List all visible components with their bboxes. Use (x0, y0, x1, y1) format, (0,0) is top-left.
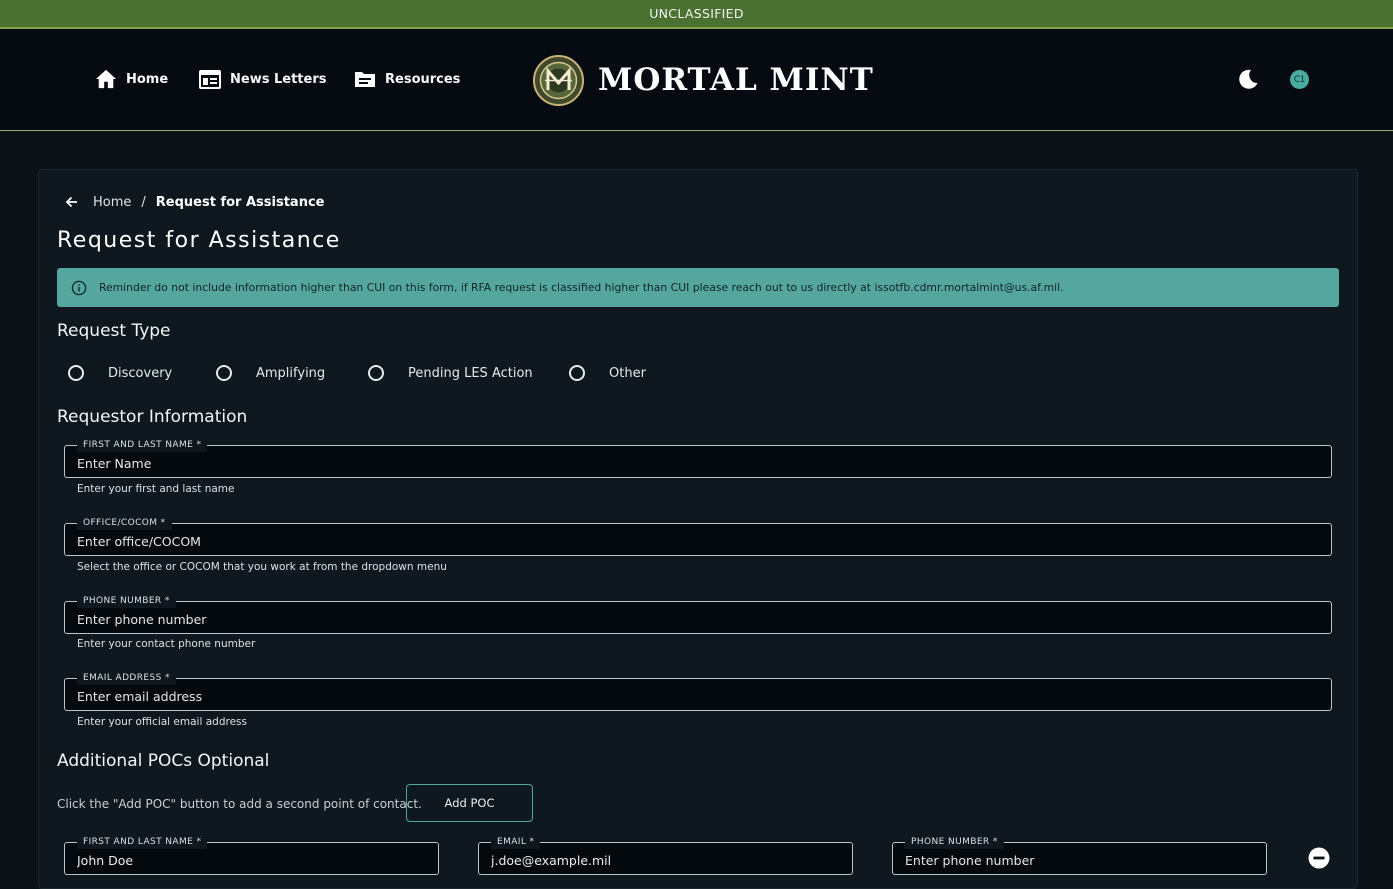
radio-circle[interactable] (569, 365, 585, 381)
radio-circle[interactable] (68, 365, 84, 381)
poc-phone-input[interactable] (905, 852, 1256, 868)
office-field-label: OFFICE/COCOM * (77, 516, 172, 530)
nav-resources-label: Resources (385, 71, 461, 87)
request-type-heading: Request Type (57, 321, 171, 341)
name-help-text: Enter your first and last name (77, 483, 235, 495)
arrow-back-icon[interactable] (63, 193, 81, 211)
poc-email-field[interactable]: EMAIL * (478, 835, 853, 875)
poc-name-field[interactable]: FIRST AND LAST NAME * (64, 835, 439, 875)
add-poc-button[interactable]: Add POC (406, 784, 533, 822)
radio-circle[interactable] (216, 365, 232, 381)
name-field[interactable]: FIRST AND LAST NAME * (64, 438, 1332, 478)
radio-discovery[interactable]: Discovery (68, 364, 172, 382)
folder-icon (355, 72, 375, 87)
radio-other[interactable]: Other (569, 364, 646, 382)
nav-home-label: Home (126, 71, 169, 87)
office-input[interactable] (77, 533, 1321, 549)
poc-email-label: EMAIL * (491, 835, 541, 849)
breadcrumb-current: Request for Assistance (155, 194, 325, 210)
radio-label: Other (609, 365, 646, 381)
phone-help-text: Enter your contact phone number (77, 638, 256, 650)
poc-email-input[interactable] (491, 852, 842, 868)
breadcrumb: Home / Request for Assistance (63, 192, 324, 212)
moon-icon[interactable] (1237, 68, 1259, 90)
phone-field-label: PHONE NUMBER * (77, 594, 176, 608)
nav-home[interactable]: Home (95, 67, 168, 91)
radio-amplifying[interactable]: Amplifying (216, 364, 325, 382)
info-icon (71, 280, 87, 295)
home-icon (96, 69, 116, 89)
poc-phone-label: PHONE NUMBER * (905, 835, 1004, 849)
mortal-mint-logo-icon (533, 54, 584, 106)
avatar-initials: C1 (1293, 74, 1306, 85)
cui-reminder-alert: Reminder do not include information high… (57, 268, 1339, 307)
radio-circle[interactable] (368, 365, 384, 381)
breadcrumb-home[interactable]: Home (93, 195, 131, 210)
office-field[interactable]: OFFICE/COCOM * (64, 516, 1332, 556)
phone-field[interactable]: PHONE NUMBER * (64, 594, 1332, 634)
classification-banner: UNCLASSIFIED (0, 0, 1393, 29)
radio-label: Amplifying (256, 365, 326, 381)
remove-circle-icon[interactable] (1308, 847, 1330, 869)
poc-phone-field[interactable]: PHONE NUMBER * (892, 835, 1267, 875)
top-navigation-bar: Home News Letters Resources MORTAL MINT (0, 29, 1393, 131)
page-title: Request for Assistance (57, 228, 341, 253)
brand[interactable]: MORTAL MINT (533, 53, 874, 107)
email-help-text: Enter your official email address (77, 716, 247, 728)
email-field-label: EMAIL ADDRESS * (77, 671, 176, 685)
classification-text: UNCLASSIFIED (649, 6, 744, 21)
phone-input[interactable] (77, 611, 1321, 627)
nav-newsletters[interactable]: News Letters (199, 67, 326, 91)
name-input[interactable] (77, 455, 1321, 471)
email-input[interactable] (77, 688, 1321, 704)
nav-newsletters-label: News Letters (230, 71, 327, 87)
brand-title: MORTAL MINT (598, 62, 874, 98)
additional-pocs-heading: Additional POCs Optional (57, 751, 270, 771)
add-poc-instructions: Click the "Add POC" button to add a seco… (57, 797, 422, 811)
poc-name-input[interactable] (77, 852, 428, 868)
poc-name-label: FIRST AND LAST NAME * (77, 835, 208, 849)
avatar[interactable]: C1 (1290, 70, 1309, 89)
nav-resources[interactable]: Resources (354, 67, 460, 91)
alert-text: Reminder do not include information high… (99, 281, 1064, 294)
office-help-text: Select the office or COCOM that you work… (77, 561, 447, 573)
radio-label: Pending LES Action (408, 365, 533, 381)
radio-label: Discovery (108, 365, 173, 381)
name-field-label: FIRST AND LAST NAME * (77, 438, 208, 452)
newspaper-icon (199, 70, 221, 89)
breadcrumb-separator: / (141, 194, 146, 210)
radio-pending-les-action[interactable]: Pending LES Action (368, 364, 533, 382)
requestor-info-heading: Requestor Information (57, 407, 248, 427)
email-field[interactable]: EMAIL ADDRESS * (64, 671, 1332, 711)
